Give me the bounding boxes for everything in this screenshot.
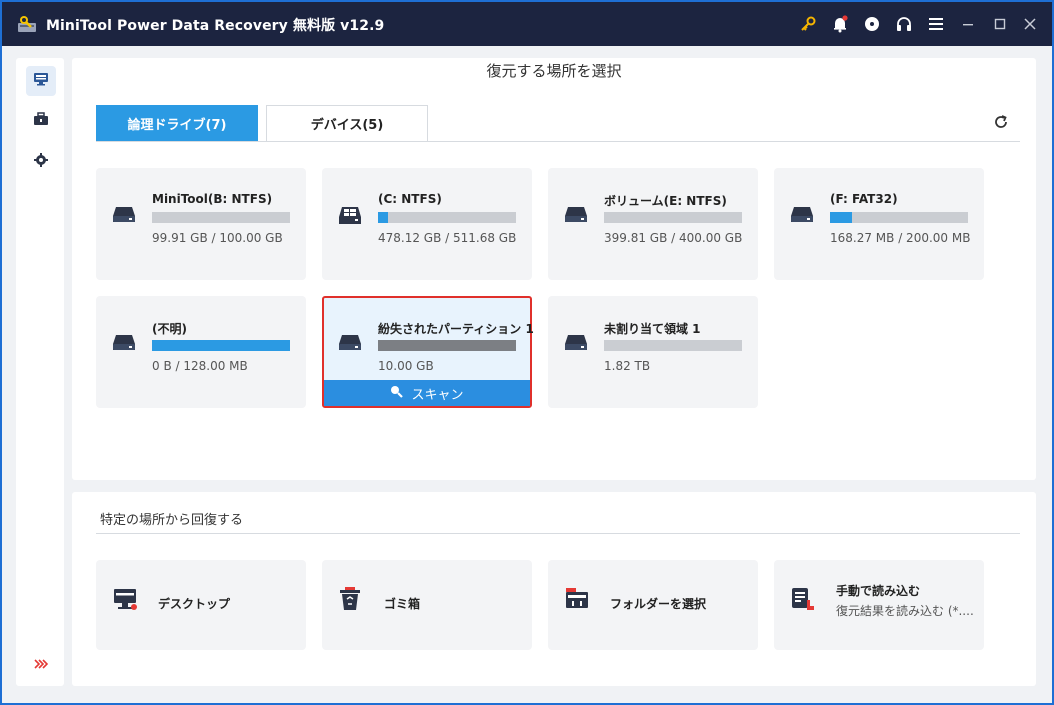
title-bar: MiniTool Power Data Recovery 無料版 v12.9 xyxy=(2,2,1052,46)
drive-name: 紛失されたパーティション 1 xyxy=(378,322,534,336)
minimize-icon[interactable] xyxy=(958,14,978,34)
drive-size: 1.82 TB xyxy=(604,359,651,373)
location-label: フォルダーを選択 xyxy=(610,597,707,611)
drive-size: 478.12 GB / 511.68 GB xyxy=(378,231,517,245)
location-sublabel: 復元結果を読み込む (*.... xyxy=(836,604,974,618)
sidebar-item-tools[interactable] xyxy=(26,106,56,136)
drive-name: (F: FAT32) xyxy=(830,192,898,206)
windows-drive-icon xyxy=(338,206,362,230)
search-icon xyxy=(390,385,404,402)
tab-divider xyxy=(96,141,1020,142)
drive-usage-bar xyxy=(604,212,742,223)
toolbox-icon xyxy=(33,111,49,131)
sidebar-item-settings[interactable] xyxy=(26,146,56,176)
drive-usage-bar xyxy=(152,212,290,223)
drive-card-b[interactable]: MiniTool(B: NTFS) 99.91 GB / 100.00 GB xyxy=(96,168,306,280)
settings-icon xyxy=(34,152,48,171)
specific-location-panel: 特定の場所から回復する デスクトップ ゴミ箱 フォルダーを選択 手動で読み込む xyxy=(72,492,1036,686)
drive-card-unallocated[interactable]: 未割り当て領域 1 1.82 TB xyxy=(548,296,758,408)
drive-usage-bar xyxy=(830,212,968,223)
folder-icon xyxy=(564,586,590,614)
sidebar-item-recovery[interactable] xyxy=(26,66,56,96)
double-chevron-right-icon xyxy=(34,654,49,673)
location-desktop[interactable]: デスクトップ xyxy=(96,560,306,650)
drive-size: 0 B / 128.00 MB xyxy=(152,359,248,373)
scan-button[interactable]: スキャン xyxy=(324,380,530,406)
drive-size: 168.27 MB / 200.00 MB xyxy=(830,231,971,245)
scan-label: スキャン xyxy=(411,387,464,403)
drive-icon xyxy=(564,334,588,356)
app-window: MiniTool Power Data Recovery 無料版 v12.9 復… xyxy=(2,2,1052,703)
menu-icon[interactable] xyxy=(926,14,946,34)
app-title: MiniTool Power Data Recovery 無料版 v12.9 xyxy=(46,18,385,34)
drive-icon xyxy=(112,206,136,228)
drive-card-unknown[interactable]: (不明) 0 B / 128.00 MB xyxy=(96,296,306,408)
location-select-folder[interactable]: フォルダーを選択 xyxy=(548,560,758,650)
maximize-icon[interactable] xyxy=(990,14,1010,34)
location-manual-load[interactable]: 手動で読み込む 復元結果を読み込む (*.... xyxy=(774,560,984,650)
location-recycle-bin[interactable]: ゴミ箱 xyxy=(322,560,532,650)
location-label: ゴミ箱 xyxy=(384,597,421,611)
drive-card-e[interactable]: ボリューム(E: NTFS) 399.81 GB / 400.00 GB xyxy=(548,168,758,280)
drive-panel: 復元する場所を選択 論理ドライブ(7) デバイス(5) MiniTool(B: … xyxy=(72,58,1036,480)
drive-card-f[interactable]: (F: FAT32) 168.27 MB / 200.00 MB xyxy=(774,168,984,280)
drive-name: (不明) xyxy=(152,322,187,336)
drive-size: 10.00 GB xyxy=(378,359,434,373)
drive-usage-bar xyxy=(152,340,290,351)
drive-icon xyxy=(790,206,814,228)
refresh-button[interactable] xyxy=(990,113,1012,135)
tab-devices[interactable]: デバイス(5) xyxy=(266,105,428,141)
load-file-icon xyxy=(790,586,816,616)
location-label: デスクトップ xyxy=(158,597,231,611)
drive-card-c[interactable]: (C: NTFS) 478.12 GB / 511.68 GB xyxy=(322,168,532,280)
drive-icon xyxy=(338,334,362,356)
drive-name: 未割り当て領域 1 xyxy=(604,322,701,336)
app-logo-icon xyxy=(16,13,38,35)
drive-name: ボリューム(E: NTFS) xyxy=(604,194,727,208)
close-icon[interactable] xyxy=(1020,14,1040,34)
drive-icon xyxy=(112,334,136,356)
drive-size: 399.81 GB / 400.00 GB xyxy=(604,231,743,245)
drive-name: MiniTool(B: NTFS) xyxy=(152,192,273,206)
key-icon[interactable] xyxy=(798,14,818,34)
drive-name: (C: NTFS) xyxy=(378,192,442,206)
drive-icon xyxy=(564,206,588,228)
location-label: 手動で読み込む xyxy=(836,584,921,598)
section-divider xyxy=(96,533,1020,534)
drive-card-lost-partition[interactable]: 紛失されたパーティション 1 10.00 GB スキャン xyxy=(322,296,534,408)
page-title: 復元する場所を選択 xyxy=(486,62,622,80)
disc-icon[interactable] xyxy=(862,14,882,34)
drive-usage-bar xyxy=(378,212,516,223)
drive-size: 99.91 GB / 100.00 GB xyxy=(152,231,283,245)
sidebar xyxy=(16,58,64,686)
sidebar-expand-button[interactable] xyxy=(26,648,56,678)
bell-icon[interactable] xyxy=(830,14,850,34)
tab-logical-drives[interactable]: 論理ドライブ(7) xyxy=(96,105,258,141)
drive-usage-bar xyxy=(604,340,742,351)
headset-icon[interactable] xyxy=(894,14,914,34)
section-title: 特定の場所から回復する xyxy=(100,513,244,528)
drive-usage-bar xyxy=(378,340,516,351)
computer-icon xyxy=(33,71,49,91)
refresh-icon xyxy=(993,114,1009,134)
desktop-icon xyxy=(112,586,138,616)
recycle-bin-icon xyxy=(338,586,362,616)
